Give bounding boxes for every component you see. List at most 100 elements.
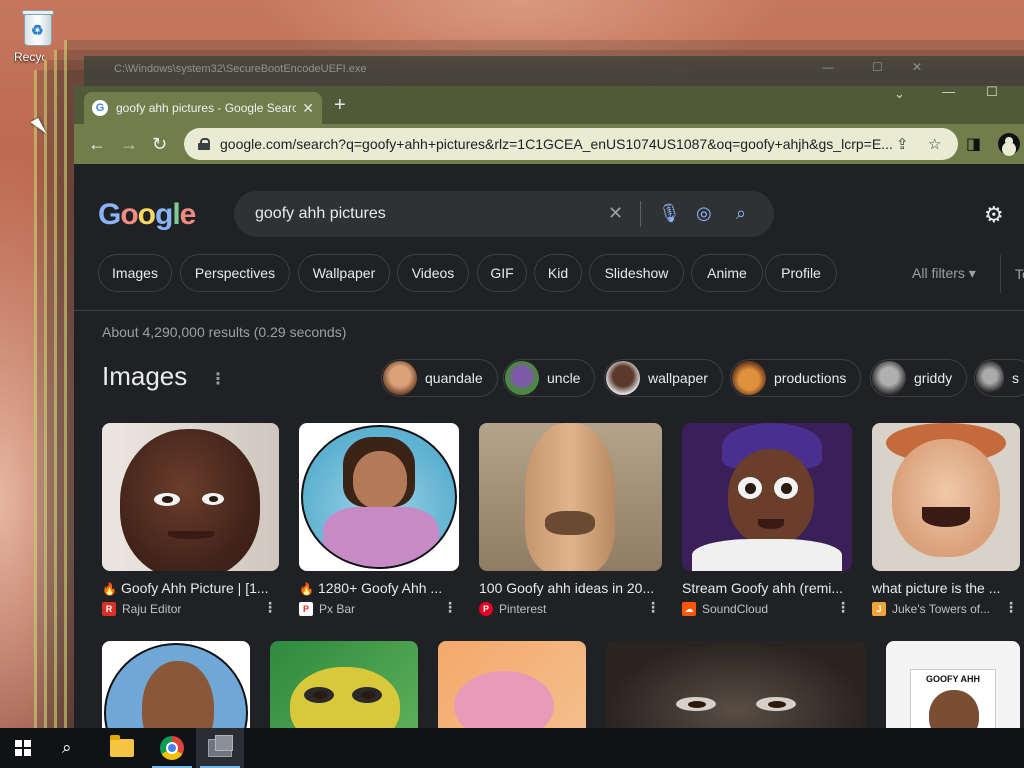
image-result[interactable] — [606, 641, 866, 728]
result-source[interactable]: R Raju Editor — [102, 602, 279, 616]
image-result[interactable] — [102, 641, 250, 728]
address-bar[interactable]: google.com/search?q=goofy+ahh+pictures&r… — [184, 128, 958, 160]
result-more-icon[interactable]: ⋮ — [443, 599, 457, 616]
filter-anime[interactable]: Anime — [691, 254, 763, 292]
new-tab-icon[interactable]: + — [334, 95, 346, 115]
filter-images[interactable]: Images — [98, 254, 172, 292]
google-logo[interactable]: Google — [98, 198, 196, 232]
clear-search-icon[interactable]: ✕ — [608, 203, 623, 224]
browser-window: G goofy ahh pictures - Google Search ✕ +… — [74, 84, 1024, 728]
result-thumbnail[interactable] — [270, 641, 418, 728]
result-thumbnail[interactable]: GOOFY AHH — [886, 641, 1020, 728]
result-title[interactable]: 🔥 1280+ Goofy Ahh ... — [299, 580, 459, 596]
result-source[interactable]: J Juke's Towers of... — [872, 602, 1020, 616]
filter-gif[interactable]: GIF — [477, 254, 527, 292]
search-icon[interactable]: ⌕ — [736, 203, 746, 224]
tab-google-search[interactable]: G goofy ahh pictures - Google Search ✕ — [84, 92, 322, 124]
recycle-bin-shortcut[interactable]: ♻ Recycle Bin — [14, 6, 64, 64]
trending-flame-icon: 🔥 — [299, 582, 314, 596]
back-arrow-icon[interactable]: ← — [88, 134, 106, 154]
side-panel-icon[interactable]: ◨ — [966, 134, 981, 154]
console-close-icon[interactable]: ✕ — [912, 60, 922, 74]
related-chip-griddy[interactable]: griddy — [870, 359, 968, 397]
result-title[interactable]: 100 Goofy ahh ideas in 20... — [479, 580, 662, 596]
taskbar-console-app[interactable] — [196, 728, 244, 768]
filter-perspectives[interactable]: Perspectives — [180, 254, 290, 292]
image-result[interactable]: 100 Goofy ahh ideas in 20... P Pinterest … — [479, 423, 662, 616]
result-title-text: what picture is the ... — [872, 580, 1001, 596]
result-thumbnail[interactable] — [102, 641, 250, 728]
result-thumbnail[interactable] — [682, 423, 852, 571]
filter-profile[interactable]: Profile — [765, 254, 837, 292]
share-icon[interactable]: ⇪ — [896, 135, 909, 153]
image-result[interactable]: Stream Goofy ahh (remi... ☁ SoundCloud ⋮ — [682, 423, 852, 616]
recycle-bin-icon: ♻ — [20, 6, 56, 48]
filter-slideshow[interactable]: Slideshow — [589, 254, 684, 292]
result-title-text: 1280+ Goofy Ahh ... — [317, 580, 443, 596]
image-result[interactable]: GOOFY AHH — [886, 641, 1020, 728]
image-result[interactable]: what picture is the ... J Juke's Towers o… — [872, 423, 1020, 616]
result-thumbnail[interactable] — [479, 423, 662, 571]
images-more-icon[interactable]: ⋮ — [210, 369, 226, 389]
related-chip-uncle[interactable]: uncle — [503, 359, 596, 397]
related-chip-wallpaper[interactable]: wallpaper — [604, 359, 723, 397]
result-more-icon[interactable]: ⋮ — [263, 599, 277, 616]
result-source[interactable]: P Px Bar — [299, 602, 459, 616]
result-thumbnail[interactable] — [606, 641, 866, 728]
related-chip-s[interactable]: s — [974, 359, 1024, 397]
taskbar: ⌕ — [0, 728, 1024, 768]
result-title[interactable]: what picture is the ... — [872, 580, 1020, 596]
soundcloud-icon: ☁ — [682, 602, 696, 616]
search-box[interactable]: goofy ahh pictures ✕ 🎙 ◎ ⌕ — [234, 191, 774, 237]
result-source[interactable]: P Pinterest — [479, 602, 662, 616]
result-more-icon[interactable]: ⋮ — [646, 599, 660, 616]
settings-gear-icon[interactable]: ⚙ — [984, 202, 1004, 228]
voice-search-icon[interactable]: 🎙 — [658, 203, 681, 224]
result-title-text: Goofy Ahh Picture | [1... — [120, 580, 269, 596]
windows-start-icon[interactable] — [15, 740, 32, 757]
taskbar-search-icon[interactable]: ⌕ — [62, 738, 72, 758]
console-window[interactable]: C:\Windows\system32\SecureBootEncodeUEFI… — [84, 56, 1024, 86]
image-result[interactable]: 🔥 1280+ Goofy Ahh ... P Px Bar ⋮ — [299, 423, 459, 616]
filter-videos[interactable]: Videos — [397, 254, 469, 292]
result-title-text: 100 Goofy ahh ideas in 20... — [479, 580, 655, 596]
result-title[interactable]: 🔥 Goofy Ahh Picture | [1... — [102, 580, 279, 596]
image-result[interactable] — [270, 641, 418, 728]
related-thumb — [606, 361, 640, 395]
related-thumb — [872, 361, 906, 395]
image-result[interactable]: 🔥 Goofy Ahh Picture | [1... R Raju Editor … — [102, 423, 279, 616]
result-more-icon[interactable]: ⋮ — [1004, 599, 1018, 616]
related-chip-productions[interactable]: productions — [730, 359, 862, 397]
result-thumbnail[interactable] — [872, 423, 1020, 571]
related-thumb — [976, 361, 1004, 395]
console-maximize-icon[interactable]: ☐ — [872, 60, 883, 74]
result-source[interactable]: ☁ SoundCloud — [682, 602, 852, 616]
tab-search-icon[interactable]: ⌄ — [894, 86, 905, 102]
filter-wallpaper[interactable]: Wallpaper — [298, 254, 390, 292]
desktop: ♻ Recycle Bin C:\Windows\system32\Secure… — [0, 0, 1024, 768]
profile-avatar-icon[interactable] — [998, 133, 1020, 155]
result-more-icon[interactable]: ⋮ — [836, 599, 850, 616]
result-thumbnail[interactable] — [102, 423, 279, 571]
search-divider — [640, 201, 641, 227]
result-thumbnail[interactable] — [438, 641, 586, 728]
filter-kid[interactable]: Kid — [534, 254, 582, 292]
taskbar-file-explorer[interactable] — [98, 728, 146, 768]
tab-close-icon[interactable]: ✕ — [302, 100, 314, 117]
result-thumbnail[interactable] — [299, 423, 459, 571]
lens-icon[interactable]: ◎ — [696, 203, 712, 224]
minimize-icon[interactable]: — — [942, 84, 955, 99]
bookmark-star-icon[interactable]: ☆ — [928, 135, 941, 153]
maximize-icon[interactable]: ☐ — [986, 84, 998, 100]
image-result[interactable] — [438, 641, 586, 728]
search-results-page: Google goofy ahh pictures ✕ 🎙 ◎ ⌕ ⚙ Imag… — [74, 164, 1024, 728]
related-chip-label: quandale — [425, 370, 483, 386]
all-filters-button[interactable]: All filters ▾ — [912, 265, 976, 282]
console-minimize-icon[interactable]: — — [822, 60, 834, 74]
forward-arrow-icon[interactable]: → — [120, 134, 138, 154]
taskbar-chrome[interactable] — [148, 728, 196, 768]
related-chip-quandale[interactable]: quandale — [381, 359, 498, 397]
result-title[interactable]: Stream Goofy ahh (remi... — [682, 580, 852, 596]
reload-icon[interactable]: ↻ — [152, 134, 167, 154]
tools-button[interactable]: To — [1000, 255, 1024, 293]
